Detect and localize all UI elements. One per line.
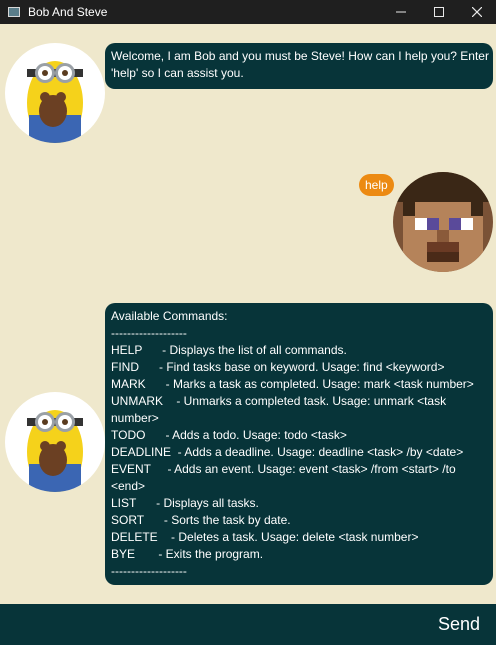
message-line: TODO - Adds a todo. Usage: todo <task> bbox=[111, 428, 347, 442]
steve-avatar-image bbox=[393, 172, 493, 272]
minimize-button[interactable] bbox=[382, 0, 420, 24]
message-line: ------------------- bbox=[111, 326, 187, 340]
message-line: DELETE - Deletes a task. Usage: delete <… bbox=[111, 530, 419, 544]
message-line: number> bbox=[111, 411, 159, 425]
message-line: BYE - Exits the program. bbox=[111, 547, 264, 561]
close-icon bbox=[472, 7, 482, 17]
minimize-icon bbox=[396, 11, 406, 13]
chat-area[interactable]: Welcome, I am Bob and you must be Steve!… bbox=[0, 24, 496, 604]
message-line: EVENT - Adds an event. Usage: event <tas… bbox=[111, 462, 456, 476]
maximize-icon bbox=[434, 7, 444, 17]
bot-message-commands: Available Commands: ------------------- … bbox=[105, 303, 493, 585]
message-line: ------------------- bbox=[111, 564, 187, 578]
message-line: 'help' so I can assist you. bbox=[111, 66, 244, 80]
user-message: help bbox=[359, 174, 394, 196]
close-button[interactable] bbox=[458, 0, 496, 24]
message-line: Welcome, I am Bob and you must be Steve!… bbox=[111, 49, 489, 63]
maximize-button[interactable] bbox=[420, 0, 458, 24]
minion-avatar-image bbox=[5, 43, 105, 143]
user-message-text: help bbox=[365, 178, 388, 192]
minion-avatar-image bbox=[5, 392, 105, 492]
title-bar: Bob And Steve bbox=[0, 0, 496, 24]
message-line: UNMARK - Unmarks a completed task. Usage… bbox=[111, 394, 447, 408]
window-title: Bob And Steve bbox=[28, 5, 108, 19]
message-line: FIND - Find tasks base on keyword. Usage… bbox=[111, 360, 445, 374]
input-bar: Send bbox=[0, 604, 496, 645]
message-input[interactable] bbox=[0, 604, 422, 645]
message-line: Available Commands: bbox=[111, 309, 228, 323]
message-line: LIST - Displays all tasks. bbox=[111, 496, 259, 510]
message-line: DEADLINE - Adds a deadline. Usage: deadl… bbox=[111, 445, 464, 459]
message-line: <end> bbox=[111, 479, 146, 493]
app-icon bbox=[8, 7, 20, 17]
bot-avatar bbox=[5, 392, 105, 492]
bot-message-welcome: Welcome, I am Bob and you must be Steve!… bbox=[105, 43, 493, 89]
message-line: HELP - Displays the list of all commands… bbox=[111, 343, 347, 357]
message-line: SORT - Sorts the task by date. bbox=[111, 513, 291, 527]
message-line: MARK - Marks a task as completed. Usage:… bbox=[111, 377, 474, 391]
bot-avatar bbox=[5, 43, 105, 143]
send-button[interactable]: Send bbox=[422, 604, 496, 645]
user-avatar bbox=[393, 172, 493, 272]
window-controls bbox=[382, 0, 496, 24]
